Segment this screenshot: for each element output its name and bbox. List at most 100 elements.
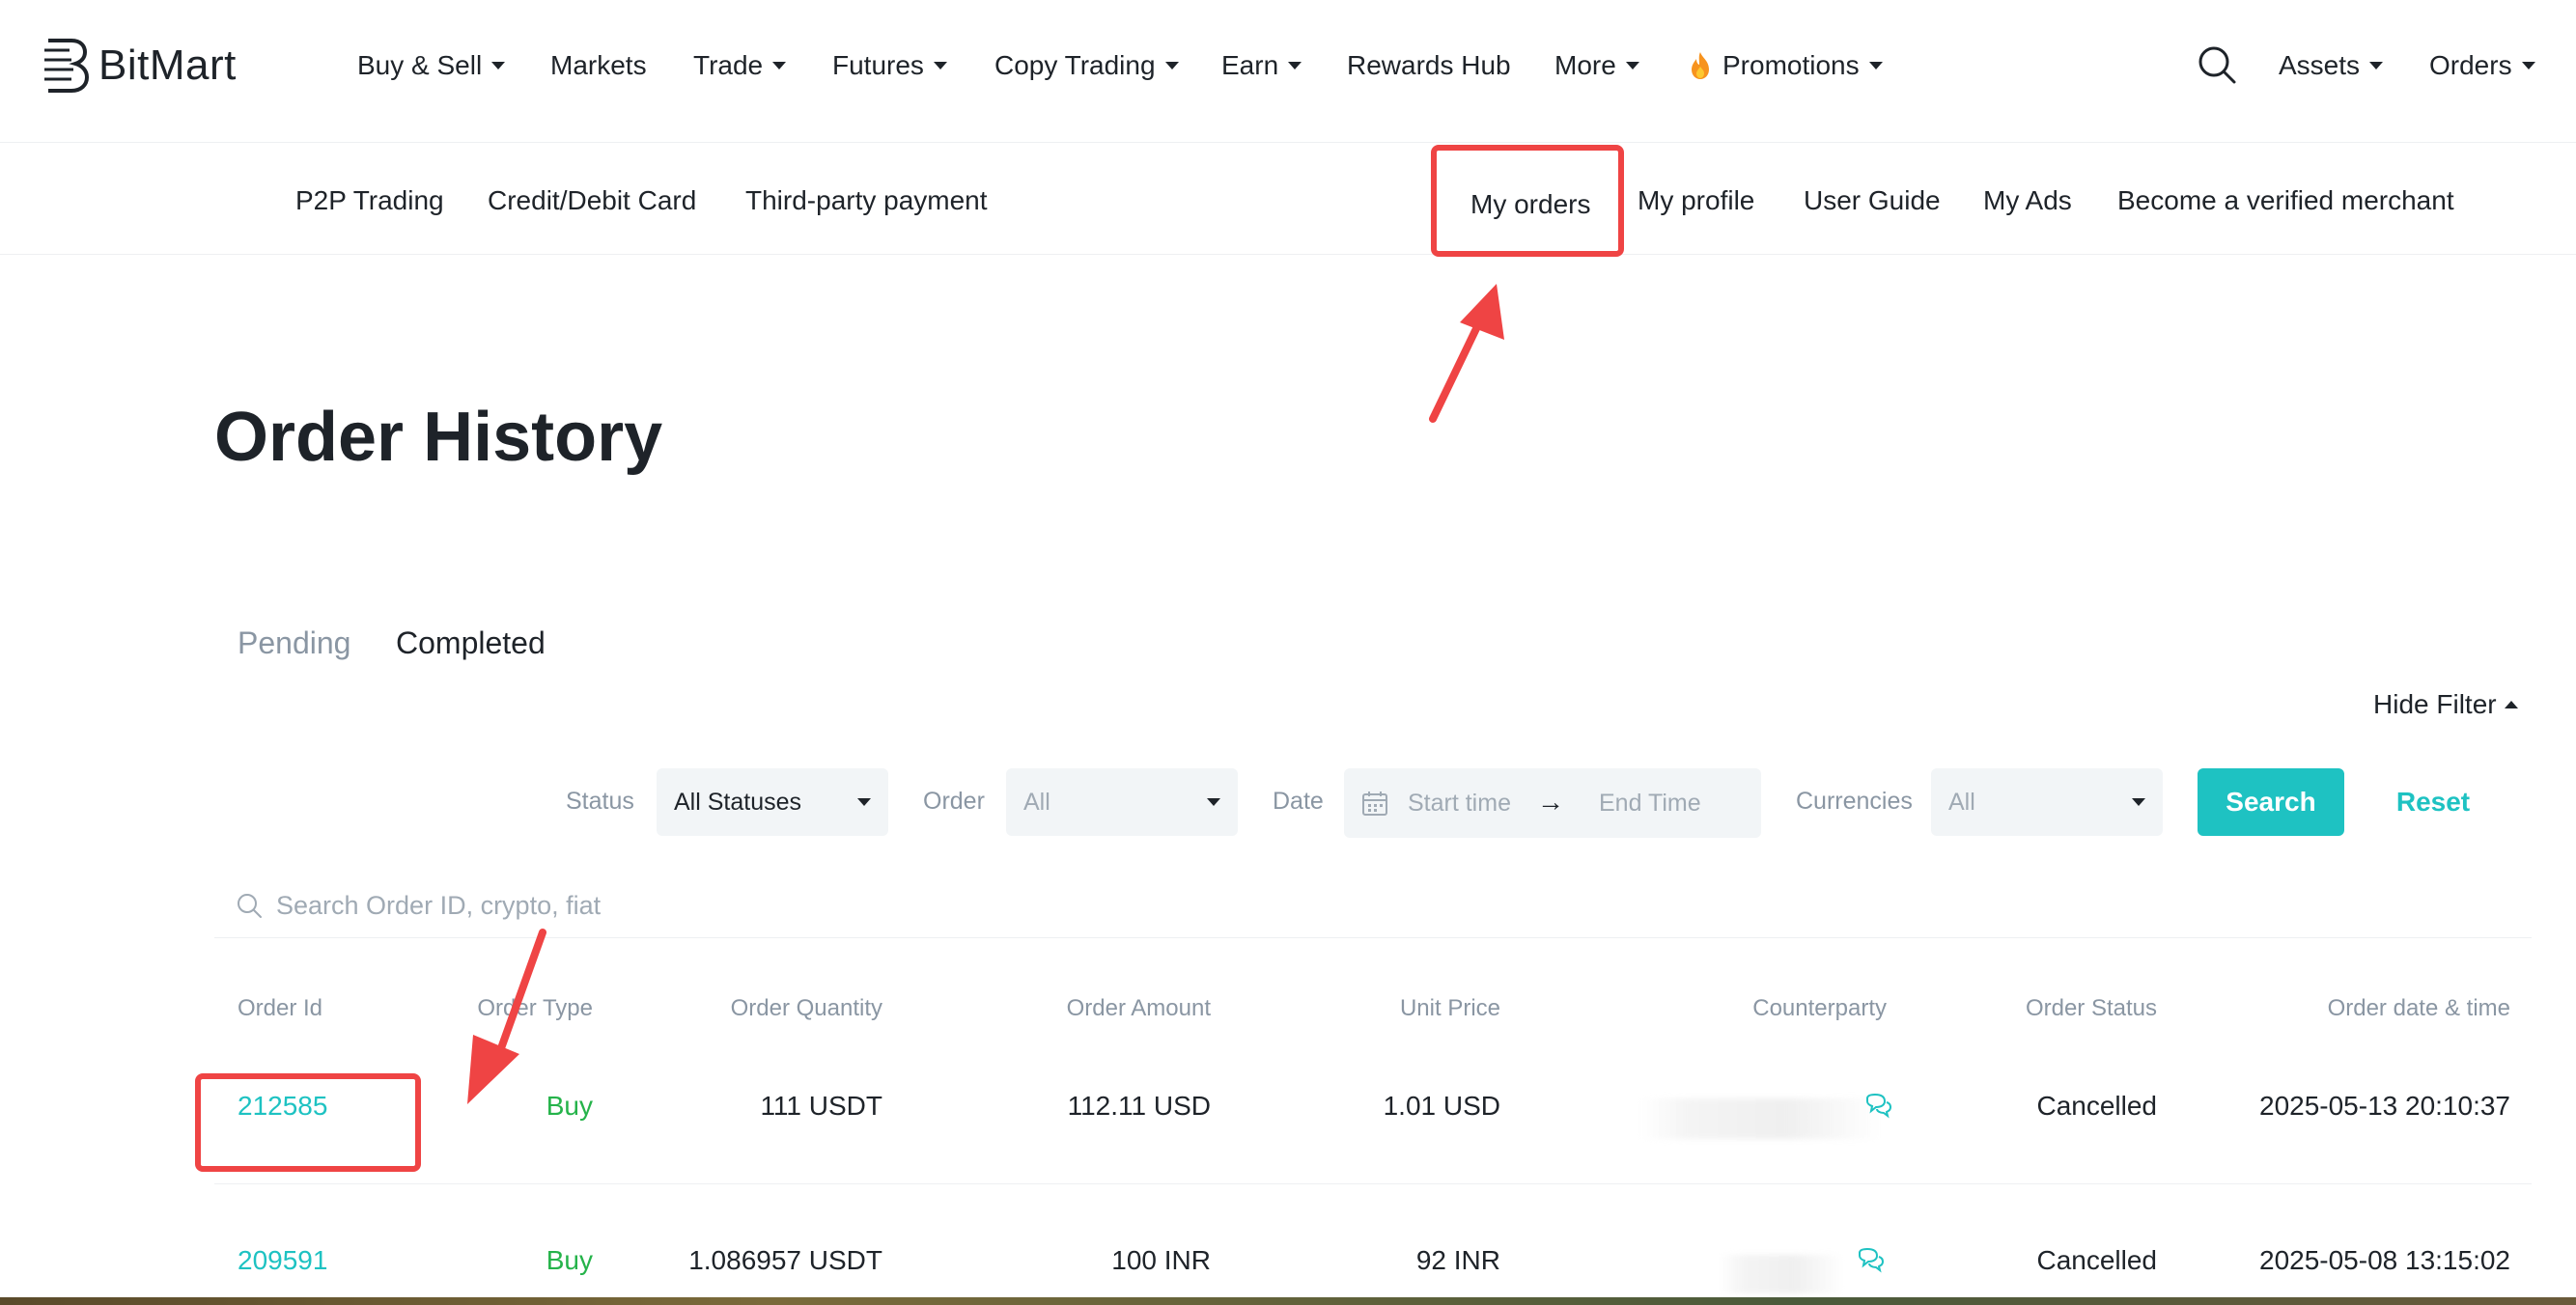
order-quantity: 1.086957 USDT: [688, 1245, 882, 1275]
status-select-value: All Statuses: [674, 788, 802, 816]
nav-label: Copy Trading: [994, 50, 1156, 80]
p2p-subnav: P2P Trading Credit/Debit Card Third-part…: [0, 143, 2576, 255]
subnav-become-verified-merchant[interactable]: Become a verified merchant: [2117, 181, 2454, 220]
nav-label: Buy & Sell: [357, 50, 483, 80]
th-order-datetime: Order date & time: [2327, 995, 2510, 1021]
top-navigation: BitMart Buy & Sell Markets Trade Futures…: [0, 0, 2576, 143]
caret-down-icon: [933, 62, 947, 69]
annotation-box-my-orders: [1431, 145, 1624, 257]
order-status: Cancelled: [2036, 1091, 2157, 1121]
th-order-quantity: Order Quantity: [730, 995, 882, 1021]
caret-down-icon: [2521, 62, 2535, 69]
nav-label: Futures: [832, 50, 924, 80]
status-select[interactable]: All Statuses: [657, 768, 888, 836]
nav-orders[interactable]: Orders: [2429, 44, 2535, 87]
caret-down-icon: [772, 62, 787, 69]
caret-down-icon: [1625, 62, 1639, 69]
hide-filter-toggle[interactable]: Hide Filter: [2373, 685, 2518, 724]
caret-down-icon: [2369, 62, 2384, 69]
unit-price: 1.01 USD: [1383, 1091, 1500, 1121]
annotation-arrow-up-icon: [1429, 284, 1504, 423]
nav-earn[interactable]: Earn: [1221, 44, 1302, 87]
nav-label: Earn: [1221, 50, 1279, 80]
order-amount: 112.11 USD: [1067, 1091, 1211, 1121]
unit-price: 92 INR: [1415, 1245, 1500, 1275]
search-icon[interactable]: [2197, 44, 2237, 85]
subnav-user-guide[interactable]: User Guide: [1804, 181, 1941, 220]
arrow-right-icon: →: [1537, 787, 1564, 817]
caret-down-icon: [491, 62, 506, 69]
annotation-arrow-down-icon: [467, 929, 546, 1104]
filter-date-label: Date: [1273, 788, 1324, 815]
nav-trade[interactable]: Trade: [693, 44, 787, 87]
nav-label: Trade: [693, 50, 764, 80]
caret-down-icon: [1288, 62, 1302, 69]
nav-label: Promotions: [1722, 50, 1860, 80]
nav-more[interactable]: More: [1554, 44, 1639, 87]
calendar-icon: [1362, 791, 1387, 816]
order-type: Buy: [546, 1245, 593, 1275]
annotation-box-order-id: [195, 1073, 421, 1172]
brand-logo[interactable]: BitMart: [42, 35, 237, 97]
nav-buy-sell[interactable]: Buy & Sell: [357, 44, 506, 87]
caret-up-icon: [2504, 701, 2518, 708]
search-icon: [238, 894, 262, 918]
filter-status-label: Status: [566, 788, 634, 815]
order-amount: 100 INR: [1111, 1245, 1211, 1275]
filter-order-label: Order: [923, 788, 985, 815]
date-range-picker[interactable]: Start time → End Time: [1344, 768, 1761, 838]
order-datetime: 2025-05-13 20:10:37: [2259, 1091, 2510, 1121]
fire-icon: [1692, 52, 1709, 79]
order-select[interactable]: All: [1006, 768, 1238, 836]
nav-assets[interactable]: Assets: [2279, 44, 2384, 87]
date-end-input[interactable]: End Time: [1599, 786, 1701, 820]
th-order-amount: Order Amount: [1066, 995, 1211, 1021]
order-select-value: All: [1023, 788, 1050, 816]
th-unit-price: Unit Price: [1399, 995, 1500, 1021]
date-start-input[interactable]: Start time: [1408, 786, 1511, 820]
search-button[interactable]: Search: [2198, 768, 2344, 836]
counterparty-redacted: [1719, 1255, 1844, 1293]
caret-down-icon: [857, 798, 871, 806]
nav-rewards-hub[interactable]: Rewards Hub: [1347, 44, 1511, 87]
nav-label: Assets: [2279, 50, 2361, 80]
th-order-id: Order Id: [238, 995, 323, 1021]
subnav-third-party-payment[interactable]: Third-party payment: [745, 181, 988, 220]
nav-markets[interactable]: Markets: [550, 44, 647, 87]
nav-label: Markets: [550, 50, 647, 80]
caret-down-icon: [1164, 62, 1179, 69]
tab-completed[interactable]: Completed: [396, 622, 546, 664]
order-quantity: 111 USDT: [760, 1091, 882, 1121]
order-search-input[interactable]: [276, 882, 1435, 929]
nav-copy-trading[interactable]: Copy Trading: [994, 44, 1179, 87]
subnav-p2p-trading[interactable]: P2P Trading: [295, 181, 444, 220]
nav-label: More: [1554, 50, 1616, 80]
subnav-my-profile[interactable]: My profile: [1638, 181, 1754, 220]
order-id-link[interactable]: 209591: [238, 1241, 327, 1280]
order-status: Cancelled: [2036, 1245, 2157, 1275]
th-counterparty: Counterparty: [1752, 995, 1887, 1021]
subnav-credit-debit-card[interactable]: Credit/Debit Card: [488, 181, 696, 220]
bitmart-logo-icon: [44, 39, 90, 93]
reset-button[interactable]: Reset: [2385, 768, 2481, 836]
nav-label: Rewards Hub: [1347, 50, 1511, 80]
nav-futures[interactable]: Futures: [832, 44, 947, 87]
currencies-select[interactable]: All: [1931, 768, 2163, 836]
brand-name: BitMart: [98, 42, 237, 89]
caret-down-icon: [1207, 798, 1220, 806]
counterparty-redacted: [1641, 1098, 1881, 1139]
order-datetime: 2025-05-08 13:15:02: [2259, 1245, 2510, 1275]
th-order-status: Order Status: [2025, 995, 2157, 1021]
hide-filter-label: Hide Filter: [2373, 689, 2497, 719]
row-divider: [214, 1183, 2532, 1184]
subnav-my-ads[interactable]: My Ads: [1983, 181, 2072, 220]
tab-pending[interactable]: Pending: [238, 622, 350, 664]
desktop-background-strip: [0, 1297, 2576, 1305]
caret-down-icon: [1868, 62, 1883, 69]
filter-currencies-label: Currencies: [1796, 788, 1913, 815]
nav-label: Orders: [2429, 50, 2512, 80]
order-search-bar: [214, 878, 2532, 938]
currencies-select-value: All: [1948, 788, 1975, 816]
caret-down-icon: [2132, 798, 2145, 806]
nav-promotions[interactable]: Promotions: [1688, 44, 1883, 87]
